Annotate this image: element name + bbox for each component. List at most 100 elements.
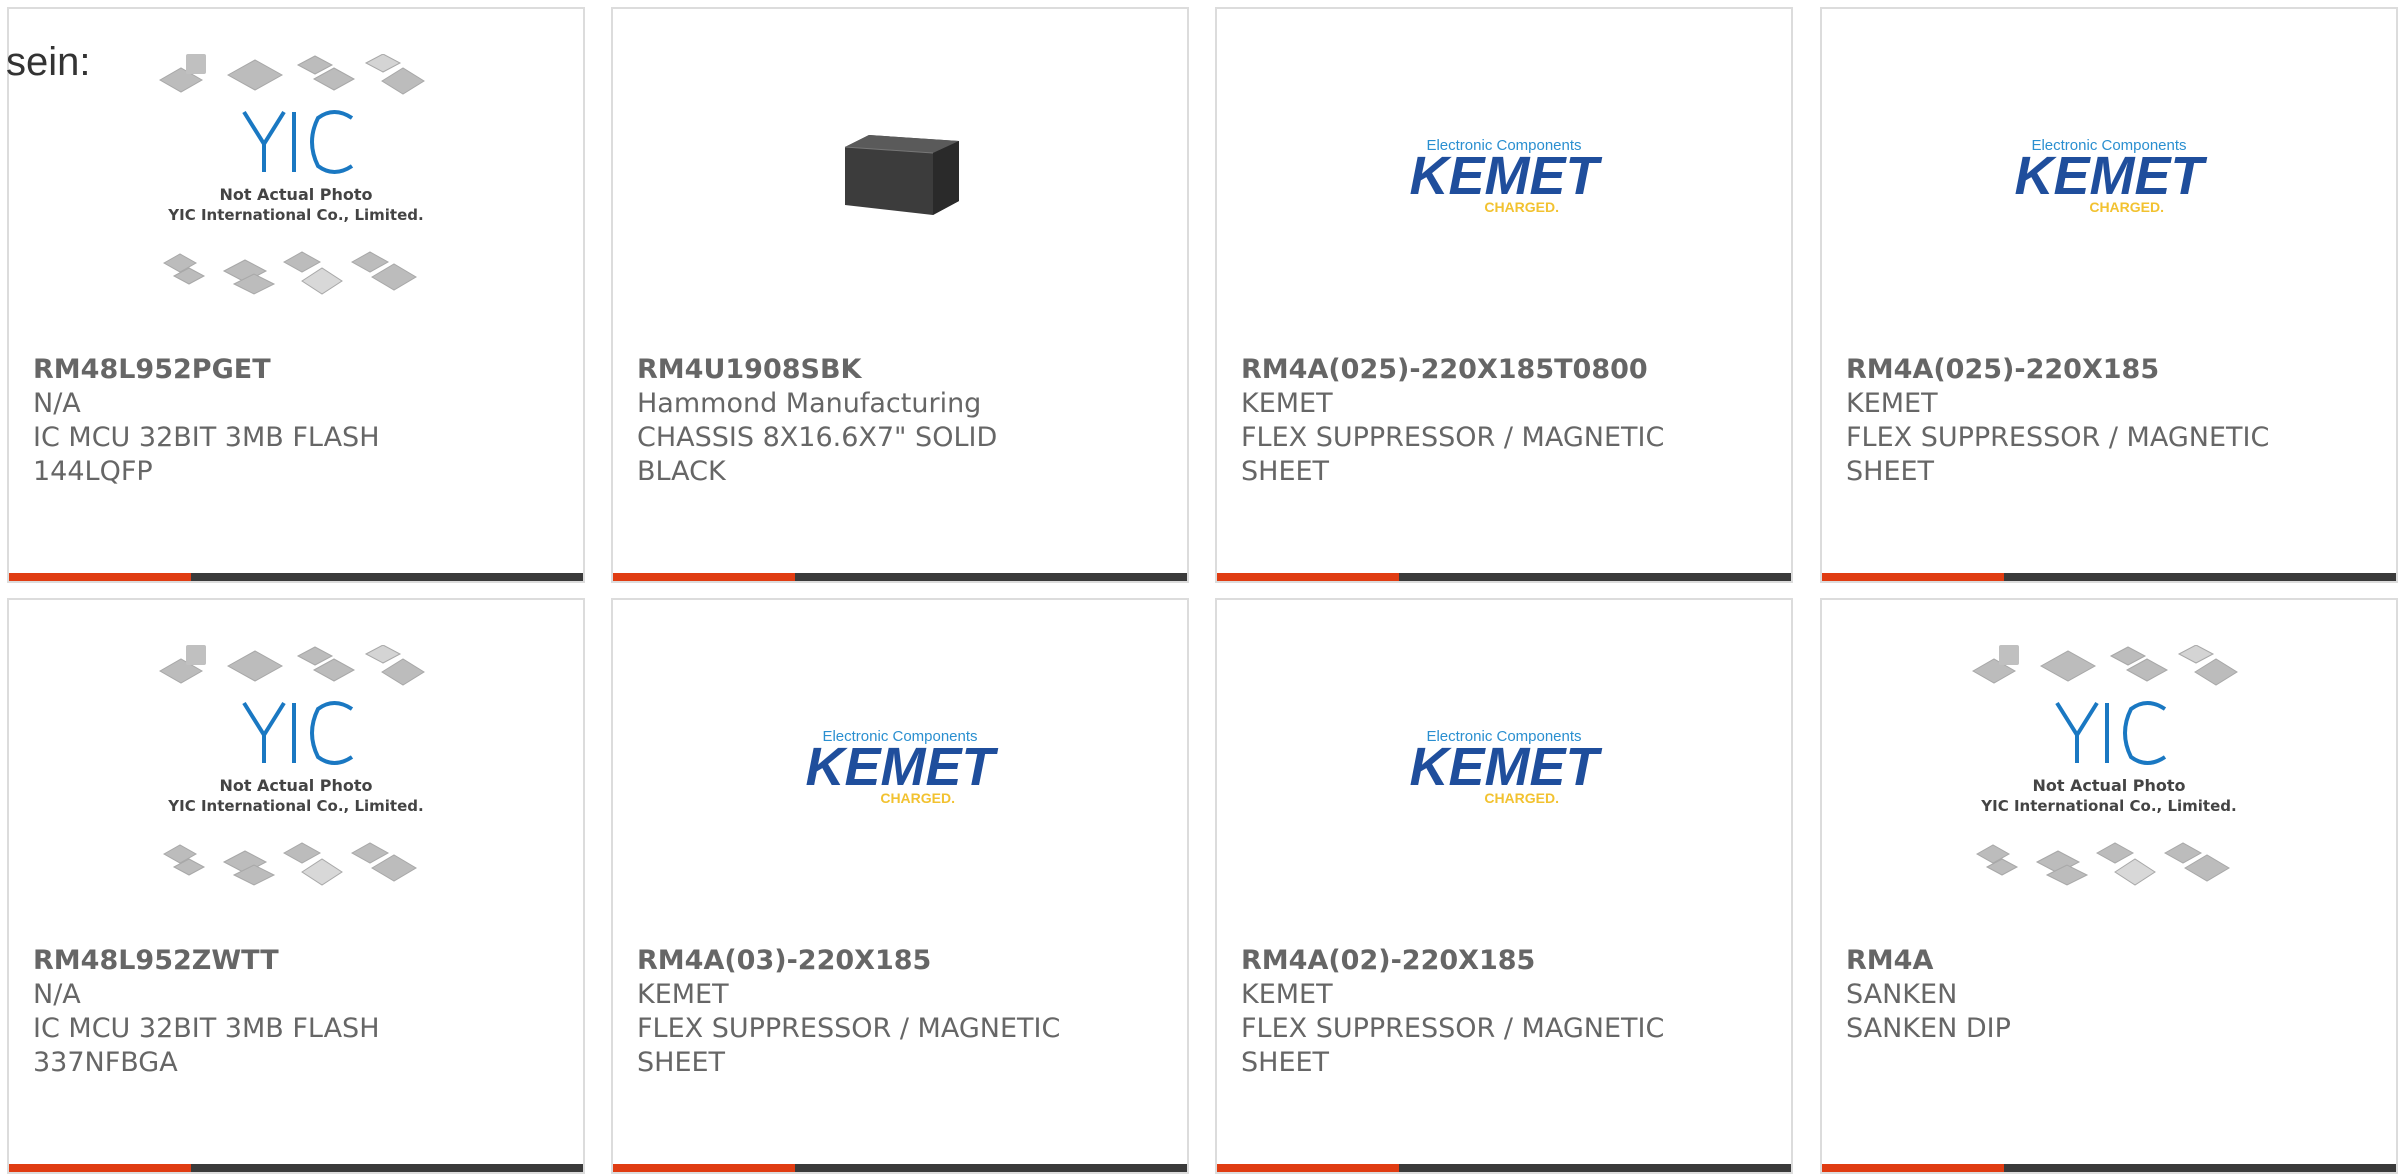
- not-actual-photo-caption: Not Actual Photo: [2032, 776, 2185, 795]
- kemet-image: Electronic ComponentsKEMETCHARGED.: [1410, 137, 1603, 215]
- chip-cluster-bottom: [1975, 842, 2230, 886]
- description-line: SANKEN DIP: [1846, 1013, 2011, 1044]
- part-number-link[interactable]: RM4A(025)-220X185T0800: [1241, 353, 1771, 387]
- kemet-wordmark: KEMET: [1410, 146, 1603, 206]
- accent-segment: [9, 573, 191, 581]
- yic-image: Not Actual Photo YIC International Co., L…: [1971, 645, 2238, 886]
- kemet-wordmark: KEMET: [1410, 737, 1603, 797]
- product-image[interactable]: Not Actual Photo YIC International Co., L…: [1822, 600, 2396, 940]
- yic-logo: [242, 701, 354, 765]
- kemet-charged: CHARGED.: [880, 790, 955, 806]
- kemet-image: Electronic ComponentsKEMETCHARGED.: [806, 728, 999, 806]
- product-image[interactable]: Electronic Components KEMET CHARGED.: [1217, 9, 1791, 349]
- product-image[interactable]: Electronic Components KEMET CHARGED.: [1217, 600, 1791, 940]
- part-number-link[interactable]: RM4A(03)-220X185: [637, 944, 1167, 978]
- manufacturer: KEMET: [1241, 979, 1333, 1010]
- yic-logo: [2055, 701, 2167, 765]
- card-accent-bar: [9, 1164, 583, 1172]
- description-line: 144LQFP: [33, 456, 153, 487]
- accent-segment: [9, 1164, 191, 1172]
- product-image[interactable]: [613, 9, 1187, 349]
- accent-segment: [1822, 1164, 2004, 1172]
- description-line: FLEX SUPPRESSOR / MAGNETIC: [1846, 422, 2270, 453]
- kemet-wordmark: KEMET: [2015, 146, 2208, 206]
- chassis-image: [844, 135, 959, 215]
- description-line: 337NFBGA: [33, 1047, 178, 1078]
- product-card[interactable]: Electronic Components KEMET CHARGED. RM4A(0…: [1820, 7, 2398, 583]
- product-image[interactable]: Not Actual Photo YIC International Co., L…: [9, 9, 583, 349]
- yic-company-caption: YIC International Co., Limited.: [1980, 797, 2236, 815]
- chip-cluster-bottom: [162, 251, 417, 295]
- card-accent-bar: [613, 573, 1187, 581]
- description-line: FLEX SUPPRESSOR / MAGNETIC: [1241, 1013, 1665, 1044]
- product-card[interactable]: Electronic Components KEMET CHARGED. RM4A(0…: [1215, 7, 1793, 583]
- product-image[interactable]: Not Actual Photo YIC International Co., L…: [9, 600, 583, 940]
- description-line: CHASSIS 8X16.6X7" SOLID: [637, 422, 998, 453]
- product-image[interactable]: Electronic Components KEMET CHARGED.: [1822, 9, 2396, 349]
- part-number-link[interactable]: RM4A: [1846, 944, 2376, 978]
- description-line: SHEET: [1241, 456, 1330, 487]
- card-accent-bar: [1822, 1164, 2396, 1172]
- part-number-link[interactable]: RM48L952PGET: [33, 353, 563, 387]
- manufacturer: KEMET: [1241, 388, 1333, 419]
- yic-company-caption: YIC International Co., Limited.: [167, 206, 423, 224]
- product-card[interactable]: Not Actual Photo YIC International Co., L…: [7, 598, 585, 1174]
- manufacturer: N/A: [33, 979, 81, 1010]
- product-info: RM48L952PGET N/A IC MCU 32BIT 3MB FLASH 144…: [33, 353, 563, 489]
- accent-segment: [1822, 573, 2004, 581]
- part-number-link[interactable]: RM4A(025)-220X185: [1846, 353, 2376, 387]
- part-number-link[interactable]: RM48L952ZWTT: [33, 944, 563, 978]
- description-line: IC MCU 32BIT 3MB FLASH: [33, 422, 380, 453]
- product-card[interactable]: Electronic Components KEMET CHARGED. RM4A(0…: [1215, 598, 1793, 1174]
- part-number-link[interactable]: RM4A(02)-220X185: [1241, 944, 1771, 978]
- yic-company-caption: YIC International Co., Limited.: [167, 797, 423, 815]
- description-line: SHEET: [1846, 456, 1935, 487]
- accent-segment: [1217, 573, 1399, 581]
- kemet-wordmark: KEMET: [806, 737, 999, 797]
- card-accent-bar: [1822, 573, 2396, 581]
- not-actual-photo-caption: Not Actual Photo: [219, 776, 372, 795]
- chip-cluster-top: [1971, 645, 2238, 686]
- product-image[interactable]: Electronic Components KEMET CHARGED.: [613, 600, 1187, 940]
- description-line: IC MCU 32BIT 3MB FLASH: [33, 1013, 380, 1044]
- product-info: RM4A(02)-220X185 KEMET FLEX SUPPRESSOR / M…: [1241, 944, 1771, 1080]
- product-card[interactable]: Not Actual Photo YIC International Co., L…: [1820, 598, 2398, 1174]
- accent-segment: [1217, 1164, 1399, 1172]
- manufacturer: SANKEN: [1846, 979, 1958, 1010]
- product-info: RM4A(03)-220X185 KEMET FLEX SUPPRESSOR / M…: [637, 944, 1167, 1080]
- product-card[interactable]: RM4U1908SBK Hammond Manufacturing CHASSIS …: [611, 7, 1189, 583]
- kemet-charged: CHARGED.: [1484, 199, 1559, 215]
- description-line: SHEET: [1241, 1047, 1330, 1078]
- chip-cluster-bottom: [162, 842, 417, 886]
- description-line: FLEX SUPPRESSOR / MAGNETIC: [1241, 422, 1665, 453]
- product-card[interactable]: Electronic Components KEMET CHARGED. RM4A(0…: [611, 598, 1189, 1174]
- yic-logo: [242, 110, 354, 174]
- description-line: SHEET: [637, 1047, 726, 1078]
- chip-cluster-top: [158, 54, 425, 95]
- chip-cluster-top: [158, 645, 425, 686]
- manufacturer: KEMET: [1846, 388, 1938, 419]
- manufacturer: N/A: [33, 388, 81, 419]
- product-info: RM4A SANKEN SANKEN DIP: [1846, 944, 2376, 1046]
- product-info: RM4A(025)-220X185T0800 KEMET FLEX SUPPRESS…: [1241, 353, 1771, 489]
- chassis-photo: [844, 135, 959, 215]
- card-accent-bar: [1217, 1164, 1791, 1172]
- card-accent-bar: [9, 573, 583, 581]
- product-info: RM48L952ZWTT N/A IC MCU 32BIT 3MB FLASH 337…: [33, 944, 563, 1080]
- kemet-image: Electronic ComponentsKEMETCHARGED.: [1410, 728, 1603, 806]
- kemet-charged: CHARGED.: [2089, 199, 2164, 215]
- accent-segment: [613, 1164, 795, 1172]
- kemet-image: Electronic ComponentsKEMETCHARGED.: [2015, 137, 2208, 215]
- intro-text: sein:: [6, 40, 91, 84]
- accent-segment: [613, 573, 795, 581]
- description-line: BLACK: [637, 456, 726, 487]
- part-number-link[interactable]: RM4U1908SBK: [637, 353, 1167, 387]
- manufacturer: KEMET: [637, 979, 729, 1010]
- product-card[interactable]: Not Actual Photo YIC International Co., L…: [7, 7, 585, 583]
- manufacturer: Hammond Manufacturing: [637, 388, 982, 419]
- yic-image: Not Actual Photo YIC International Co., L…: [158, 54, 425, 295]
- card-accent-bar: [1217, 573, 1791, 581]
- card-accent-bar: [613, 1164, 1187, 1172]
- description-line: FLEX SUPPRESSOR / MAGNETIC: [637, 1013, 1061, 1044]
- product-info: RM4A(025)-220X185 KEMET FLEX SUPPRESSOR / …: [1846, 353, 2376, 489]
